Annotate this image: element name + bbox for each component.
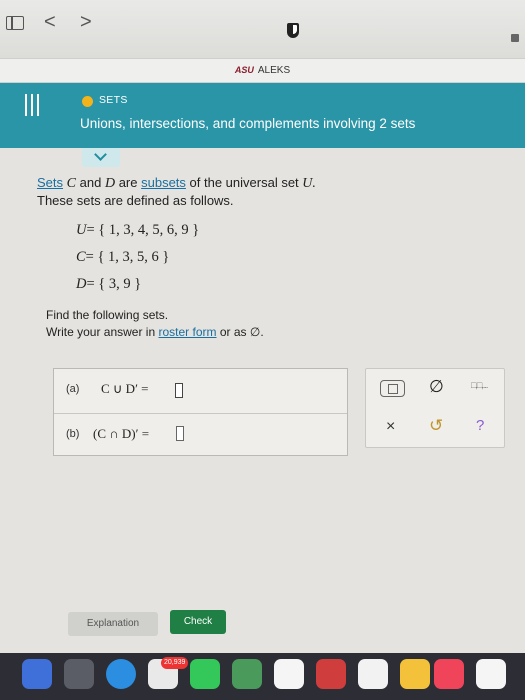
math-tool-panel: ∅ □,□,... × ↺ ? (365, 368, 505, 448)
part-a-expression: C ∪ D′ = (101, 381, 149, 396)
menu-icon[interactable] (24, 94, 44, 126)
explanation-button[interactable]: Explanation (68, 612, 158, 636)
launchpad-icon[interactable] (64, 659, 94, 689)
browser-toolbar: < > (0, 0, 525, 58)
set-c-definition: C= { 1, 3, 5, 6 } (76, 249, 169, 266)
var-d: D (104, 176, 116, 191)
var-c: C (66, 176, 76, 191)
set-elements: = { 1, 3, 4, 5, 6, 9 } (86, 222, 200, 238)
page-title: Unions, intersections, and complements i… (80, 116, 416, 131)
and-word: and (79, 175, 102, 190)
messages-icon[interactable] (190, 659, 220, 689)
news-icon[interactable] (476, 659, 506, 689)
forward-button[interactable]: > (80, 10, 92, 34)
write-suffix: or as ∅. (219, 325, 264, 339)
problem-intro: Sets C and D are subsets of the universa… (37, 175, 316, 192)
answer-row-b: (b) (C ∩ D)′ = (54, 413, 347, 456)
subsets-link[interactable]: subsets (141, 175, 186, 190)
collapse-chevron-icon[interactable] (82, 148, 120, 167)
set-u-definition: U= { 1, 3, 4, 5, 6, 9 } (76, 222, 199, 239)
set-elements: = { 1, 3, 5, 6 } (85, 249, 170, 265)
set-name: D (76, 276, 87, 292)
music-icon[interactable] (434, 659, 464, 689)
clear-button[interactable]: × (386, 418, 395, 436)
asu-logo: ASU (234, 65, 254, 75)
instruction-write: Write your answer in roster form or as ∅… (46, 325, 264, 339)
photos-icon[interactable] (274, 659, 304, 689)
privacy-shield-icon[interactable] (287, 23, 299, 38)
var-u: U. (302, 176, 316, 191)
element-list-button[interactable]: □,□,... (471, 380, 488, 390)
write-prefix: Write your answer in (46, 325, 156, 339)
reminders-icon[interactable] (358, 659, 388, 689)
set-name: U (76, 222, 87, 238)
problem-definition-line: These sets are defined as follows. (37, 193, 234, 208)
tab-title: ALEKS (257, 65, 291, 76)
part-b-label: (b) (66, 428, 80, 440)
finder-icon[interactable] (22, 659, 52, 689)
maps-icon[interactable] (232, 659, 262, 689)
browser-tab[interactable]: ASU ALEKS (0, 58, 525, 83)
help-button[interactable]: ? (476, 417, 484, 434)
instruction-find: Find the following sets. (46, 308, 169, 322)
mail-badge: 20,939 (161, 657, 189, 669)
topic-label: SETS (99, 94, 128, 106)
answer-row-a: (a) C ∪ D′ = (54, 369, 347, 412)
set-elements: = { 3, 9 } (86, 276, 142, 292)
lock-icon (511, 34, 519, 42)
part-b-answer-input[interactable] (176, 426, 184, 441)
part-a-answer-input[interactable] (175, 383, 183, 398)
safari-icon[interactable] (106, 659, 136, 689)
answer-panel: (a) C ∪ D′ = (b) (C ∩ D)′ = (53, 368, 348, 456)
sets-link[interactable]: Sets (37, 175, 63, 190)
part-b-expression: (C ∩ D)′ = (93, 426, 150, 441)
intro-tail: of the universal set (189, 175, 299, 190)
undo-button[interactable]: ↺ (429, 416, 443, 436)
back-button[interactable]: < (44, 10, 56, 34)
set-braces-icon[interactable] (380, 380, 405, 397)
aleks-header: SETS Unions, intersections, and compleme… (0, 83, 525, 148)
are-word: are (118, 175, 138, 190)
set-name: C (76, 249, 86, 265)
check-button[interactable]: Check (170, 610, 226, 634)
part-a-label: (a) (66, 383, 80, 395)
set-d-definition: D= { 3, 9 } (76, 276, 141, 293)
sidebar-toggle-icon[interactable] (6, 16, 24, 30)
photo-booth-icon[interactable] (316, 659, 346, 689)
empty-set-button[interactable]: ∅ (429, 377, 444, 397)
roster-form-link[interactable]: roster form (159, 325, 217, 339)
notes-icon[interactable] (400, 659, 430, 689)
topic-status-dot (82, 96, 93, 107)
